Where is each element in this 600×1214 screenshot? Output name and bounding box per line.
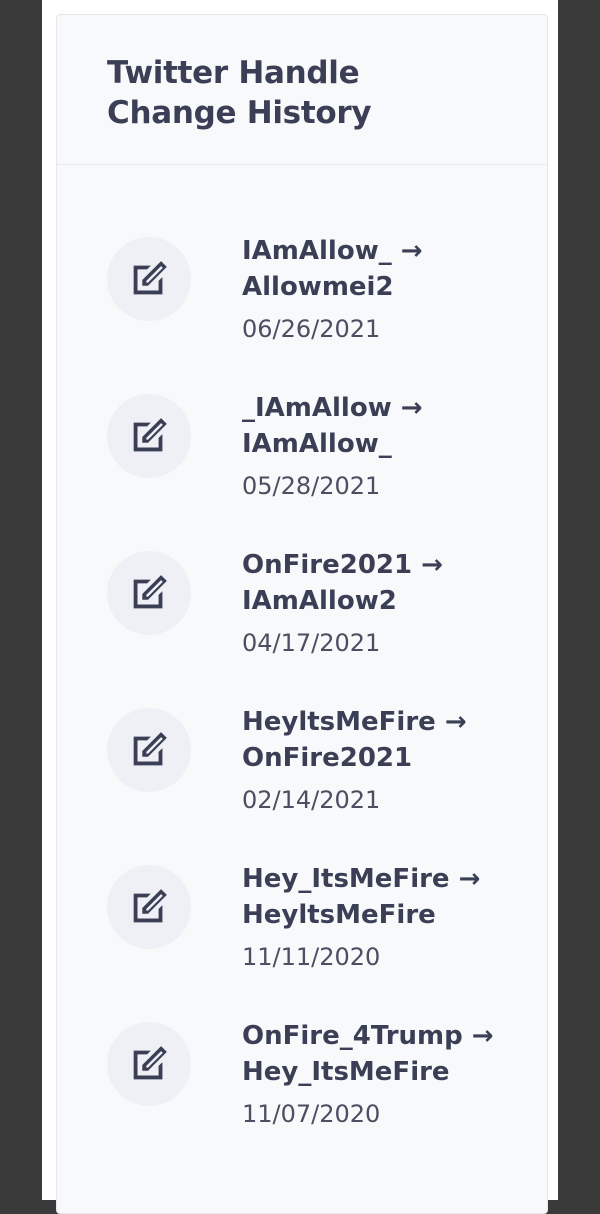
- top-strip: [42, 0, 558, 14]
- edit-icon: [107, 394, 191, 478]
- edit-icon: [107, 1022, 191, 1106]
- page: Twitter Handle Change History IAmAllow_ …: [42, 0, 558, 1214]
- history-item: OnFire_4Trump → Hey_ItsMeFire 11/07/2020: [57, 1006, 549, 1156]
- edit-icon: [107, 237, 191, 321]
- card-header: Twitter Handle Change History: [57, 15, 547, 165]
- handle-change: HeyltsMeFire → OnFire2021: [242, 707, 467, 773]
- history-item: HeyltsMeFire → OnFire2021 02/14/2021: [57, 692, 549, 842]
- change-date: 06/26/2021: [242, 315, 381, 343]
- history-item: Hey_ItsMeFire → HeyltsMeFire 11/11/2020: [57, 849, 549, 999]
- history-item: _IAmAllow → IAmAllow_ 05/28/2021: [57, 378, 549, 528]
- change-date: 11/07/2020: [242, 1100, 381, 1128]
- edit-icon: [107, 865, 191, 949]
- handle-history-card: Twitter Handle Change History IAmAllow_ …: [56, 14, 548, 1214]
- card-title: Twitter Handle Change History: [107, 55, 372, 131]
- change-date: 04/17/2021: [242, 629, 381, 657]
- item-text: IAmAllow_ → Allowmei2 06/26/2021: [242, 233, 507, 347]
- edit-icon: [107, 551, 191, 635]
- handle-change: IAmAllow_ → Allowmei2: [242, 236, 423, 302]
- handle-change: Hey_ItsMeFire → HeyltsMeFire: [242, 864, 481, 930]
- handle-change: OnFire_4Trump → Hey_ItsMeFire: [242, 1021, 494, 1087]
- handle-change: _IAmAllow → IAmAllow_: [242, 393, 423, 459]
- item-text: OnFire_4Trump → Hey_ItsMeFire 11/07/2020: [242, 1018, 507, 1132]
- change-date: 11/11/2020: [242, 943, 381, 971]
- item-text: OnFire2021 → IAmAllow2 04/17/2021: [242, 547, 507, 661]
- item-text: Hey_ItsMeFire → HeyltsMeFire 11/11/2020: [242, 861, 507, 975]
- item-text: HeyltsMeFire → OnFire2021 02/14/2021: [242, 704, 507, 818]
- handle-change: OnFire2021 → IAmAllow2: [242, 550, 443, 616]
- change-date: 05/28/2021: [242, 472, 381, 500]
- history-item: IAmAllow_ → Allowmei2 06/26/2021: [57, 221, 549, 371]
- history-item: OnFire2021 → IAmAllow2 04/17/2021: [57, 535, 549, 685]
- item-text: _IAmAllow → IAmAllow_ 05/28/2021: [242, 390, 507, 504]
- change-date: 02/14/2021: [242, 786, 381, 814]
- edit-icon: [107, 708, 191, 792]
